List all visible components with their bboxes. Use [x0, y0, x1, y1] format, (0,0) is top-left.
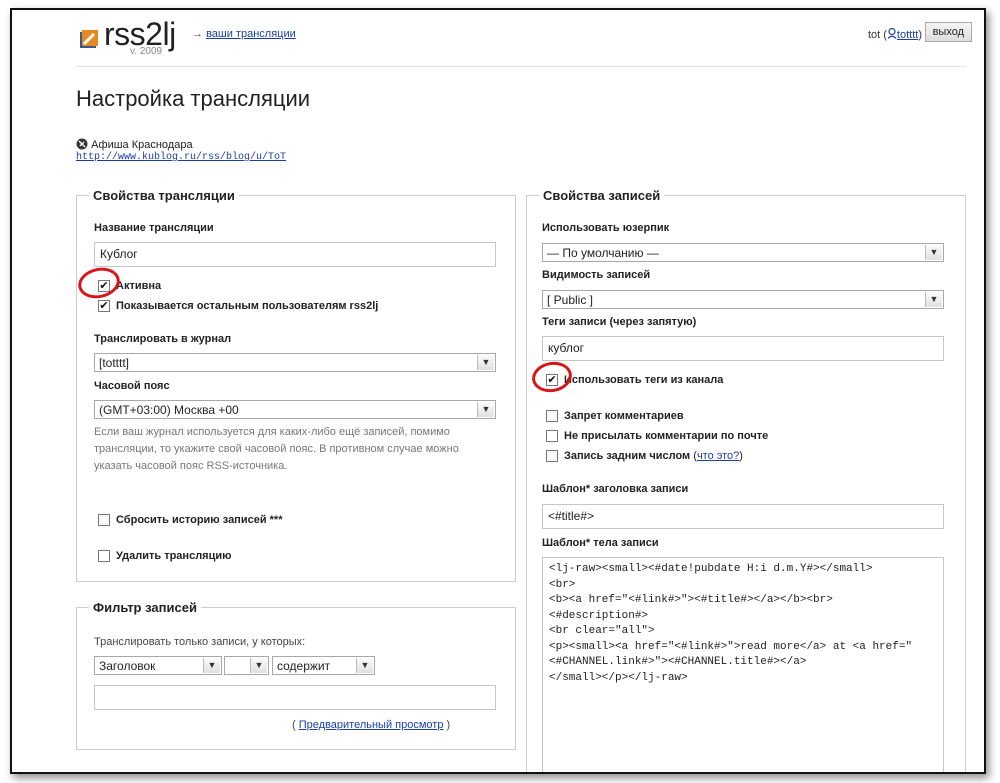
tags-input[interactable]: кублог: [542, 336, 944, 361]
journal-select-value: [totttt]: [99, 356, 130, 370]
shown-label: Показывается остальным пользователям rss…: [116, 300, 379, 312]
browser-frame: rss2lj v. 2009 → ваши трансляции tot (to…: [10, 8, 986, 774]
journal-label: Транслировать в журнал: [94, 333, 232, 345]
entry-properties-legend: Свойства записей: [543, 188, 661, 203]
visibility-select-value: [ Public ]: [547, 293, 594, 307]
journal-select[interactable]: [totttt] ▼: [94, 353, 496, 372]
backdate-checkbox[interactable]: [546, 450, 558, 462]
lj-source-icon: [76, 138, 88, 151]
chevron-down-icon: ▼: [925, 292, 942, 307]
no-mail-checkbox[interactable]: [546, 430, 558, 442]
stream-name-input[interactable]: Кублог: [94, 242, 496, 267]
filter-operator-value: содержит: [277, 659, 331, 673]
filter-text-input[interactable]: [94, 685, 496, 710]
filter-mid-select[interactable]: ▼: [224, 656, 269, 675]
preview-link[interactable]: Предварительный просмотр: [299, 719, 444, 731]
preview-open: (: [292, 719, 296, 731]
chevron-down-icon: ▼: [477, 402, 494, 417]
backdate-help-link[interactable]: что это?: [697, 450, 739, 462]
chevron-down-icon: ▼: [356, 658, 373, 673]
timezone-select-value: (GMT+03:00) Москва +00: [99, 403, 239, 417]
chevron-down-icon: ▼: [925, 245, 942, 260]
userpic-select[interactable]: — По умолчанию — ▼: [542, 243, 944, 262]
userpic-select-value: — По умолчанию —: [547, 246, 659, 260]
page-title: Настройка трансляции: [76, 86, 311, 111]
user-prefix: tot (: [867, 29, 887, 41]
user-icon: [887, 27, 897, 41]
title-template-label: Шаблон* заголовка записи: [542, 483, 689, 495]
use-channel-tags-label: Использовать теги из канала: [564, 374, 724, 386]
visibility-label: Видимость записей: [542, 269, 651, 281]
reset-history-label: Сбросить историю записей ***: [116, 514, 283, 526]
timezone-help: Если ваш журнал используется для каких-л…: [94, 426, 459, 472]
filter-legend: Фильтр записей: [93, 600, 197, 615]
logo-version: v. 2009: [130, 46, 163, 57]
filter-operator-select[interactable]: содержит ▼: [272, 656, 375, 675]
user-info: tot ( totttt): [867, 27, 922, 41]
preview-link-wrap: ( Предварительный просмотр ): [292, 719, 450, 731]
source-name: Афиша Краснодара: [76, 138, 193, 151]
tags-label: Теги записи (через запятую): [542, 316, 697, 328]
filter-field-select[interactable]: Заголовок ▼: [94, 656, 222, 675]
reset-history-checkbox[interactable]: [98, 514, 110, 526]
title-template-input[interactable]: <#title#>: [542, 504, 944, 529]
arrow-icon: →: [192, 28, 203, 40]
chevron-down-icon: ▼: [477, 355, 494, 370]
preview-close: ): [446, 719, 451, 731]
user-suffix: ): [918, 29, 922, 41]
shown-checkbox[interactable]: ✔: [98, 300, 110, 312]
source-title: Афиша Краснодара: [91, 139, 193, 151]
header-divider: [76, 66, 966, 67]
timezone-label: Часовой пояс: [94, 380, 170, 392]
my-streams-link[interactable]: ваши трансляции: [206, 28, 296, 40]
visibility-select[interactable]: [ Public ] ▼: [542, 290, 944, 309]
delete-stream-checkbox[interactable]: [98, 550, 110, 562]
logout-button[interactable]: выход: [924, 22, 972, 42]
backdate-label: Запись задним числом: [564, 450, 691, 462]
chevron-down-icon: ▼: [250, 658, 267, 673]
stream-properties-legend: Свойства трансляции: [93, 188, 235, 203]
timezone-select[interactable]: (GMT+03:00) Москва +00 ▼: [94, 400, 496, 419]
rss2lj-logo-icon: [78, 28, 100, 50]
chevron-down-icon: ▼: [203, 658, 220, 673]
body-template-label: Шаблон* тела записи: [542, 537, 659, 549]
userpic-label: Использовать юзерпик: [542, 222, 670, 234]
no-mail-label: Не присылать комментарии по почте: [564, 430, 769, 442]
backdate-label-wrap: Запись задним числом (что это?): [564, 450, 743, 462]
user-link[interactable]: totttt: [897, 29, 918, 41]
body-template-textarea[interactable]: <lj-raw><small><#date!pubdate H:i d.m.Y#…: [542, 557, 944, 772]
filter-field-value: Заголовок: [99, 659, 156, 673]
no-comments-label: Запрет комментариев: [564, 410, 684, 422]
filter-only-label: Транслировать только записи, у которых:: [94, 636, 306, 648]
backdate-close: ): [739, 450, 743, 462]
top-nav: → ваши трансляции: [192, 28, 296, 40]
delete-stream-label: Удалить трансляцию: [116, 550, 232, 562]
active-label: Активна: [116, 280, 162, 292]
no-comments-checkbox[interactable]: [546, 410, 558, 422]
source-url-link[interactable]: http://www.kublog.ru/rss/blog/u/ToT: [76, 152, 286, 163]
stream-name-label: Название трансляции: [94, 222, 214, 234]
